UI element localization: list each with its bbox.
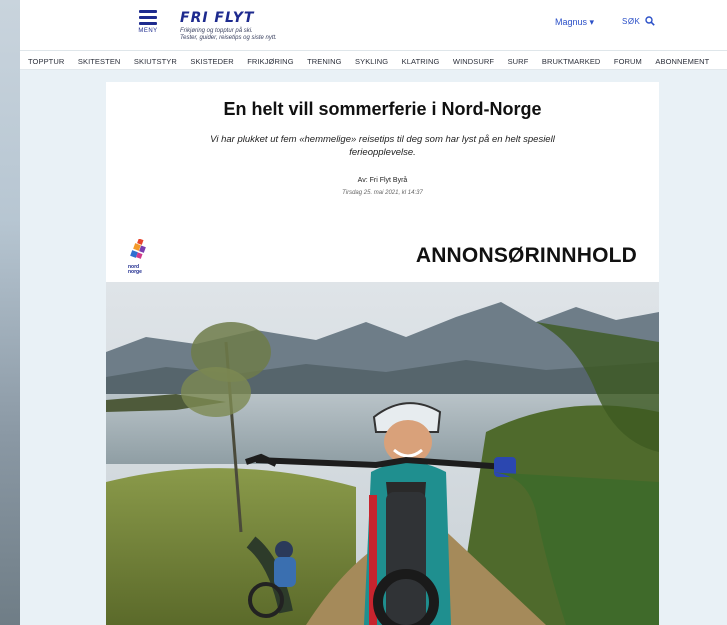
hero-image — [106, 282, 659, 625]
nav-item-bruktmarked[interactable]: BRUKTMARKED — [542, 53, 601, 69]
main-nav: TOPPTUR SKITESTEN SKIUTSTYR SKISTEDER FR… — [20, 51, 727, 70]
site-header: MENY FRI FLYT Frikjøring og topptur på s… — [20, 0, 727, 51]
nav-item-klatring[interactable]: KLATRING — [402, 53, 440, 69]
sponsored-content-label: ANNONSØRINNHOLD — [415, 244, 637, 267]
article-byline[interactable]: Av: Fri Flyt Byrå — [106, 177, 659, 184]
nav-item-skitesten[interactable]: SKITESTEN — [78, 53, 121, 69]
nav-item-abonnement[interactable]: ABONNEMENT — [655, 53, 709, 69]
tagline-line-1: Frikjøring og topptur på ski. — [180, 28, 253, 34]
page: MENY FRI FLYT Frikjøring og topptur på s… — [20, 0, 727, 625]
nav-item-frikjoring[interactable]: FRIKJØRING — [247, 53, 293, 69]
nav-item-skiutstyr[interactable]: SKIUTSTYR — [134, 53, 177, 69]
nav-item-sykling[interactable]: SYKLING — [355, 53, 388, 69]
nav-item-topptur[interactable]: TOPPTUR — [28, 53, 64, 69]
logo-text: FRI FLYT — [180, 10, 255, 26]
nav-item-trening[interactable]: TRENING — [307, 53, 341, 69]
article-lead: Vi har plukket ut fem «hemmelige» reiset… — [210, 134, 555, 158]
article-date: Tirsdag 25. mai 2021, kl 14:37 — [342, 190, 423, 196]
nav-item-skisteder[interactable]: SKISTEDER — [190, 53, 233, 69]
sponsor-name: nord norge — [128, 264, 142, 275]
article-title: En helt vill sommerferie i Nord-Norge — [223, 99, 542, 119]
menu-label: MENY — [138, 28, 158, 34]
menu-button[interactable]: MENY — [136, 10, 160, 42]
tagline-line-2: Tester, guider, reisetips og siste nytt. — [180, 35, 277, 41]
site-logo[interactable]: FRI FLYT Frikjøring og topptur på ski. T… — [180, 11, 277, 42]
search-button[interactable]: SØK — [622, 16, 655, 26]
nav-item-surf[interactable]: SURF — [508, 53, 529, 69]
article: En helt vill sommerferie i Nord-Norge Vi… — [106, 82, 659, 625]
search-label: SØK — [622, 17, 641, 26]
nav-item-windsurf[interactable]: WINDSURF — [453, 53, 494, 69]
tagline: Frikjøring og topptur på ski. Tester, gu… — [180, 28, 277, 42]
user-menu[interactable]: Magnus ▾ — [555, 17, 594, 28]
nav-item-forum[interactable]: FORUM — [614, 53, 642, 69]
search-icon — [645, 16, 655, 26]
hamburger-icon — [136, 10, 160, 25]
